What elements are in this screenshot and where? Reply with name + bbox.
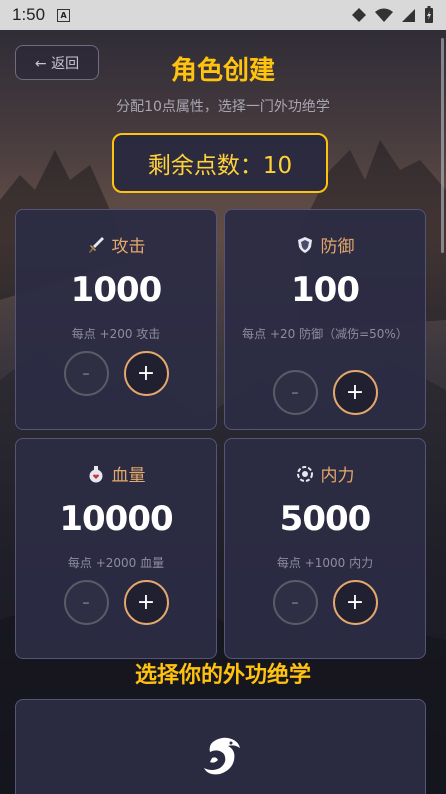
attribute-card-attack: 攻击 1000 每点 +200 攻击 - +: [15, 209, 217, 430]
dragon-icon: [204, 737, 240, 775]
attribute-value: 1000: [70, 270, 163, 310]
attribute-desc: 每点 +1000 内力: [276, 556, 374, 570]
attribute-name: 内力: [320, 466, 355, 486]
decrease-health-button[interactable]: -: [63, 580, 109, 625]
attribute-card-energy: 内力 5000 每点 +1000 内力 - +: [224, 438, 426, 659]
skill-section-title: 选择你的外功绝学: [134, 663, 311, 688]
attribute-stepper: - +: [225, 370, 425, 415]
increase-energy-button[interactable]: +: [332, 580, 378, 625]
battery-charging-icon: [425, 6, 433, 23]
decrease-attack-button[interactable]: -: [63, 351, 109, 396]
attribute-stepper: - +: [16, 580, 216, 625]
signal-diamond-icon: [352, 8, 366, 22]
increase-health-button[interactable]: +: [123, 580, 169, 625]
remaining-points-label: 剩余点数：10: [147, 153, 293, 179]
attribute-value: 100: [291, 270, 360, 310]
cell-signal-icon: [402, 8, 415, 22]
decrease-defense-button[interactable]: -: [272, 370, 318, 415]
sword-icon: [87, 236, 105, 254]
shield-icon: [296, 236, 314, 254]
page-subtitle: 分配10点属性，选择一门外功绝学: [116, 99, 330, 115]
status-bar: 1:50 A: [0, 0, 446, 30]
health-potion-icon: [87, 465, 105, 483]
increase-defense-button[interactable]: +: [332, 370, 378, 415]
attribute-name: 攻击: [111, 237, 146, 257]
page-title: 角色创建: [170, 56, 275, 86]
attribute-name: 血量: [111, 466, 146, 486]
attribute-name: 防御: [320, 237, 355, 257]
skill-option-card[interactable]: [15, 699, 426, 794]
remaining-points-box: 剩余点数：10: [112, 133, 328, 193]
decrease-energy-button[interactable]: -: [272, 580, 318, 625]
wifi-icon: [375, 8, 393, 22]
increase-attack-button[interactable]: +: [123, 351, 169, 396]
attribute-stepper: - +: [225, 580, 425, 625]
attribute-desc: 每点 +20 防御（减伤=50%）: [242, 327, 408, 341]
status-time: 1:50: [12, 5, 46, 24]
attribute-card-health: 血量 10000 每点 +2000 血量 - +: [15, 438, 217, 659]
attribute-stepper: - +: [16, 351, 216, 396]
attribute-value: 5000: [279, 499, 372, 539]
notification-a-icon: A: [57, 8, 71, 22]
attribute-card-defense: 防御 100 每点 +20 防御（减伤=50%） - +: [224, 209, 426, 430]
energy-icon: [296, 465, 314, 483]
scrollbar-thumb[interactable]: [441, 38, 444, 253]
attribute-desc: 每点 +200 攻击: [71, 327, 161, 341]
attribute-desc: 每点 +2000 血量: [67, 556, 165, 570]
attribute-value: 10000: [59, 499, 173, 539]
